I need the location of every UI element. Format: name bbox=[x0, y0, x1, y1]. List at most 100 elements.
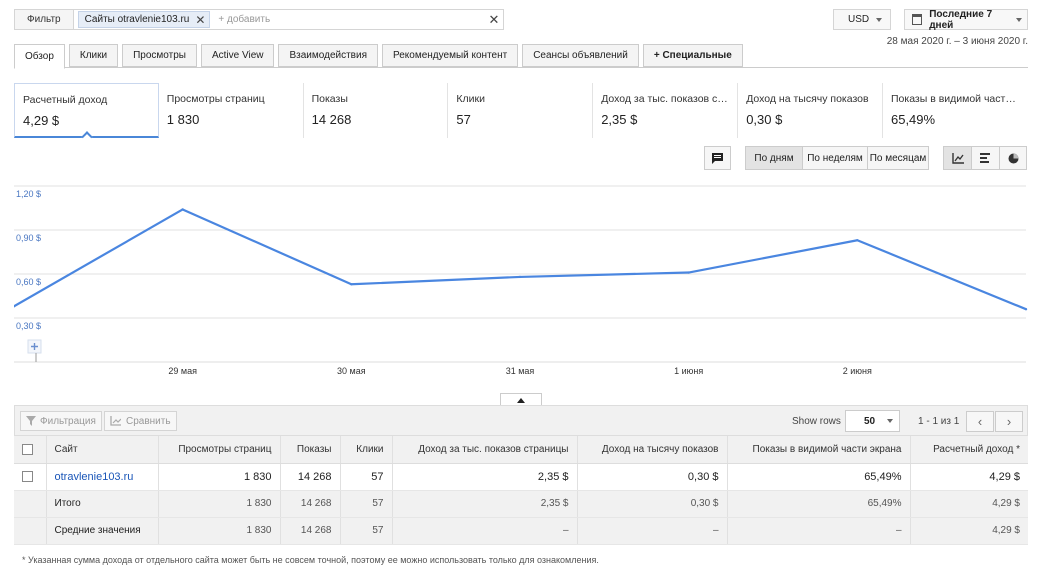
pie-chart-icon[interactable] bbox=[999, 146, 1027, 170]
clear-icon[interactable]: ✕ bbox=[485, 12, 503, 28]
metric-viewability[interactable]: Показы в видимой части экрана 65,49% bbox=[883, 83, 1028, 138]
metric-value: 4,29 $ bbox=[23, 113, 60, 128]
y-tick-label: 0,30 $ bbox=[16, 321, 41, 331]
by-week-button[interactable]: По неделям bbox=[802, 146, 867, 170]
report-tabs: Обзор Клики Просмотры Active View Взаимо… bbox=[14, 44, 747, 69]
x-tick-label: 29 мая bbox=[168, 366, 197, 376]
chevron-down-icon bbox=[1016, 17, 1022, 22]
metric-label: Клики bbox=[456, 93, 485, 105]
total-earnings: 4,29 $ bbox=[910, 490, 1028, 518]
tab-ad-sessions[interactable]: Сеансы объявлений bbox=[522, 44, 639, 67]
filter-bar: Фильтр Сайты otravlenie103.ru ✕ + добави… bbox=[14, 9, 504, 30]
tab-active-view[interactable]: Active View bbox=[200, 44, 275, 67]
metric-value: 0,30 $ bbox=[746, 112, 783, 127]
metric-label: Доход на тысячу показов bbox=[746, 93, 869, 105]
bar-chart-icon[interactable] bbox=[971, 146, 999, 170]
filter-icon bbox=[26, 416, 36, 426]
metric-impressions[interactable]: Показы 14 268 bbox=[304, 83, 449, 138]
avg-page-views: 1 830 bbox=[158, 517, 281, 545]
filter-button[interactable]: Фильтр bbox=[15, 10, 74, 29]
earnings-cell: 4,29 $ bbox=[910, 463, 1028, 491]
tab-recommended-content[interactable]: Рекомендуемый контент bbox=[381, 44, 519, 67]
tab-views[interactable]: Просмотры bbox=[122, 44, 197, 67]
currency-select[interactable]: USD bbox=[833, 9, 891, 30]
by-month-button[interactable]: По месяцам bbox=[867, 146, 929, 170]
col-page-views[interactable]: Просмотры страниц bbox=[158, 436, 281, 464]
period-select[interactable]: Последние 7 дней bbox=[904, 9, 1028, 31]
line-chart-icon[interactable] bbox=[943, 146, 971, 170]
data-point bbox=[1024, 308, 1028, 311]
avg-earnings: 4,29 $ bbox=[910, 517, 1028, 545]
prev-page-button[interactable]: ‹ bbox=[966, 411, 994, 432]
x-tick-label: 2 июня bbox=[843, 366, 872, 376]
col-impression-rpm[interactable]: Доход на тысячу показов bbox=[577, 436, 728, 464]
data-point bbox=[687, 271, 690, 274]
select-all-checkbox[interactable] bbox=[14, 436, 47, 464]
total-page-views: 1 830 bbox=[158, 490, 281, 518]
metric-impression-rpm[interactable]: Доход на тысячу показов 0,30 $ bbox=[738, 83, 883, 138]
site-cell: otravlenie103.ru bbox=[46, 463, 159, 491]
y-tick-label: 1,20 $ bbox=[16, 189, 41, 199]
total-clicks: 57 bbox=[340, 490, 393, 518]
chevron-right-icon: › bbox=[1006, 414, 1012, 429]
tab-custom[interactable]: + Специальные bbox=[642, 44, 743, 67]
metric-estimated-earnings[interactable]: Расчетный доход 4,29 $ bbox=[14, 83, 159, 143]
tab-interactions[interactable]: Взаимодействия bbox=[278, 44, 378, 67]
annotation-button[interactable] bbox=[704, 146, 731, 170]
metric-value: 65,49% bbox=[890, 112, 936, 127]
metric-label: Расчетный доход bbox=[23, 94, 108, 106]
compare-button[interactable]: Сравнить bbox=[104, 411, 177, 431]
table-row: otravlenie103.ru 1 830 14 268 57 2,35 $ … bbox=[14, 463, 1028, 491]
rows-per-page-select[interactable]: 50 bbox=[845, 410, 900, 432]
metric-label: Доход за тыс. показов страницы bbox=[601, 93, 729, 105]
chevron-left-icon: ‹ bbox=[977, 414, 983, 429]
chart-type-group bbox=[943, 146, 1027, 170]
metric-cards: Расчетный доход 4,29 $ Просмотры страниц… bbox=[14, 83, 1028, 143]
total-impressions: 14 268 bbox=[280, 490, 341, 518]
col-viewability[interactable]: Показы в видимой части экрана bbox=[727, 436, 911, 464]
avg-page-rpm: – bbox=[392, 517, 578, 545]
next-page-button[interactable]: › bbox=[995, 411, 1023, 432]
granularity-group: По дням По неделям По месяцам bbox=[745, 146, 929, 170]
y-tick-label: 0,60 $ bbox=[16, 277, 41, 287]
close-icon[interactable]: ✕ bbox=[195, 13, 205, 27]
checkbox[interactable] bbox=[22, 443, 33, 455]
avg-viewability: – bbox=[727, 517, 911, 545]
metric-page-rpm[interactable]: Доход за тыс. показов страницы 2,35 $ bbox=[593, 83, 739, 138]
metric-page-views[interactable]: Просмотры страниц 1 830 bbox=[159, 83, 304, 138]
average-row: Средние значения 1 830 14 268 57 – – – 4… bbox=[14, 517, 1028, 545]
selected-indicator bbox=[81, 131, 93, 143]
table-filter-label: Фильтрация bbox=[40, 415, 96, 427]
rows-value: 50 bbox=[864, 415, 876, 427]
col-site[interactable]: Сайт bbox=[46, 436, 159, 464]
x-tick-label: 1 июня bbox=[674, 366, 703, 376]
chevron-down-icon bbox=[876, 17, 882, 22]
avg-impression-rpm: – bbox=[577, 517, 728, 545]
metric-label: Показы в видимой части экрана bbox=[890, 93, 1020, 105]
metric-clicks[interactable]: Клики 57 bbox=[448, 83, 594, 138]
table-filter-button[interactable]: Фильтрация bbox=[20, 411, 102, 431]
line-chart-glyph bbox=[951, 152, 964, 164]
metric-label: Просмотры страниц bbox=[166, 93, 265, 105]
by-day-button[interactable]: По дням bbox=[745, 146, 802, 170]
sites-table: Сайт Просмотры страниц Показы Клики Дохо… bbox=[14, 436, 1028, 545]
row-checkbox[interactable] bbox=[14, 463, 47, 491]
table-toolbar: Фильтрация Сравнить Show rows 50 1 - 1 и… bbox=[14, 405, 1028, 436]
comment-icon bbox=[712, 153, 723, 164]
add-filter-input[interactable]: + добавить bbox=[218, 14, 485, 25]
total-page-rpm: 2,35 $ bbox=[392, 490, 578, 518]
site-filter-chip[interactable]: Сайты otravlenie103.ru ✕ bbox=[77, 11, 211, 28]
site-link[interactable]: otravlenie103.ru bbox=[55, 471, 134, 483]
col-clicks[interactable]: Клики bbox=[340, 436, 393, 464]
chevron-down-icon bbox=[887, 419, 893, 423]
col-estimated-earnings[interactable]: Расчетный доход * bbox=[910, 436, 1028, 464]
tab-overview[interactable]: Обзор bbox=[14, 44, 65, 69]
metric-label: Показы bbox=[311, 93, 348, 105]
tab-clicks[interactable]: Клики bbox=[68, 44, 119, 67]
col-page-rpm[interactable]: Доход за тыс. показов страницы bbox=[392, 436, 578, 464]
col-impressions[interactable]: Показы bbox=[280, 436, 341, 464]
series-line bbox=[14, 208, 1027, 311]
table-header: Сайт Просмотры страниц Показы Клики Дохо… bbox=[14, 436, 1028, 464]
empty-cell bbox=[14, 490, 47, 518]
checkbox[interactable] bbox=[22, 471, 33, 483]
